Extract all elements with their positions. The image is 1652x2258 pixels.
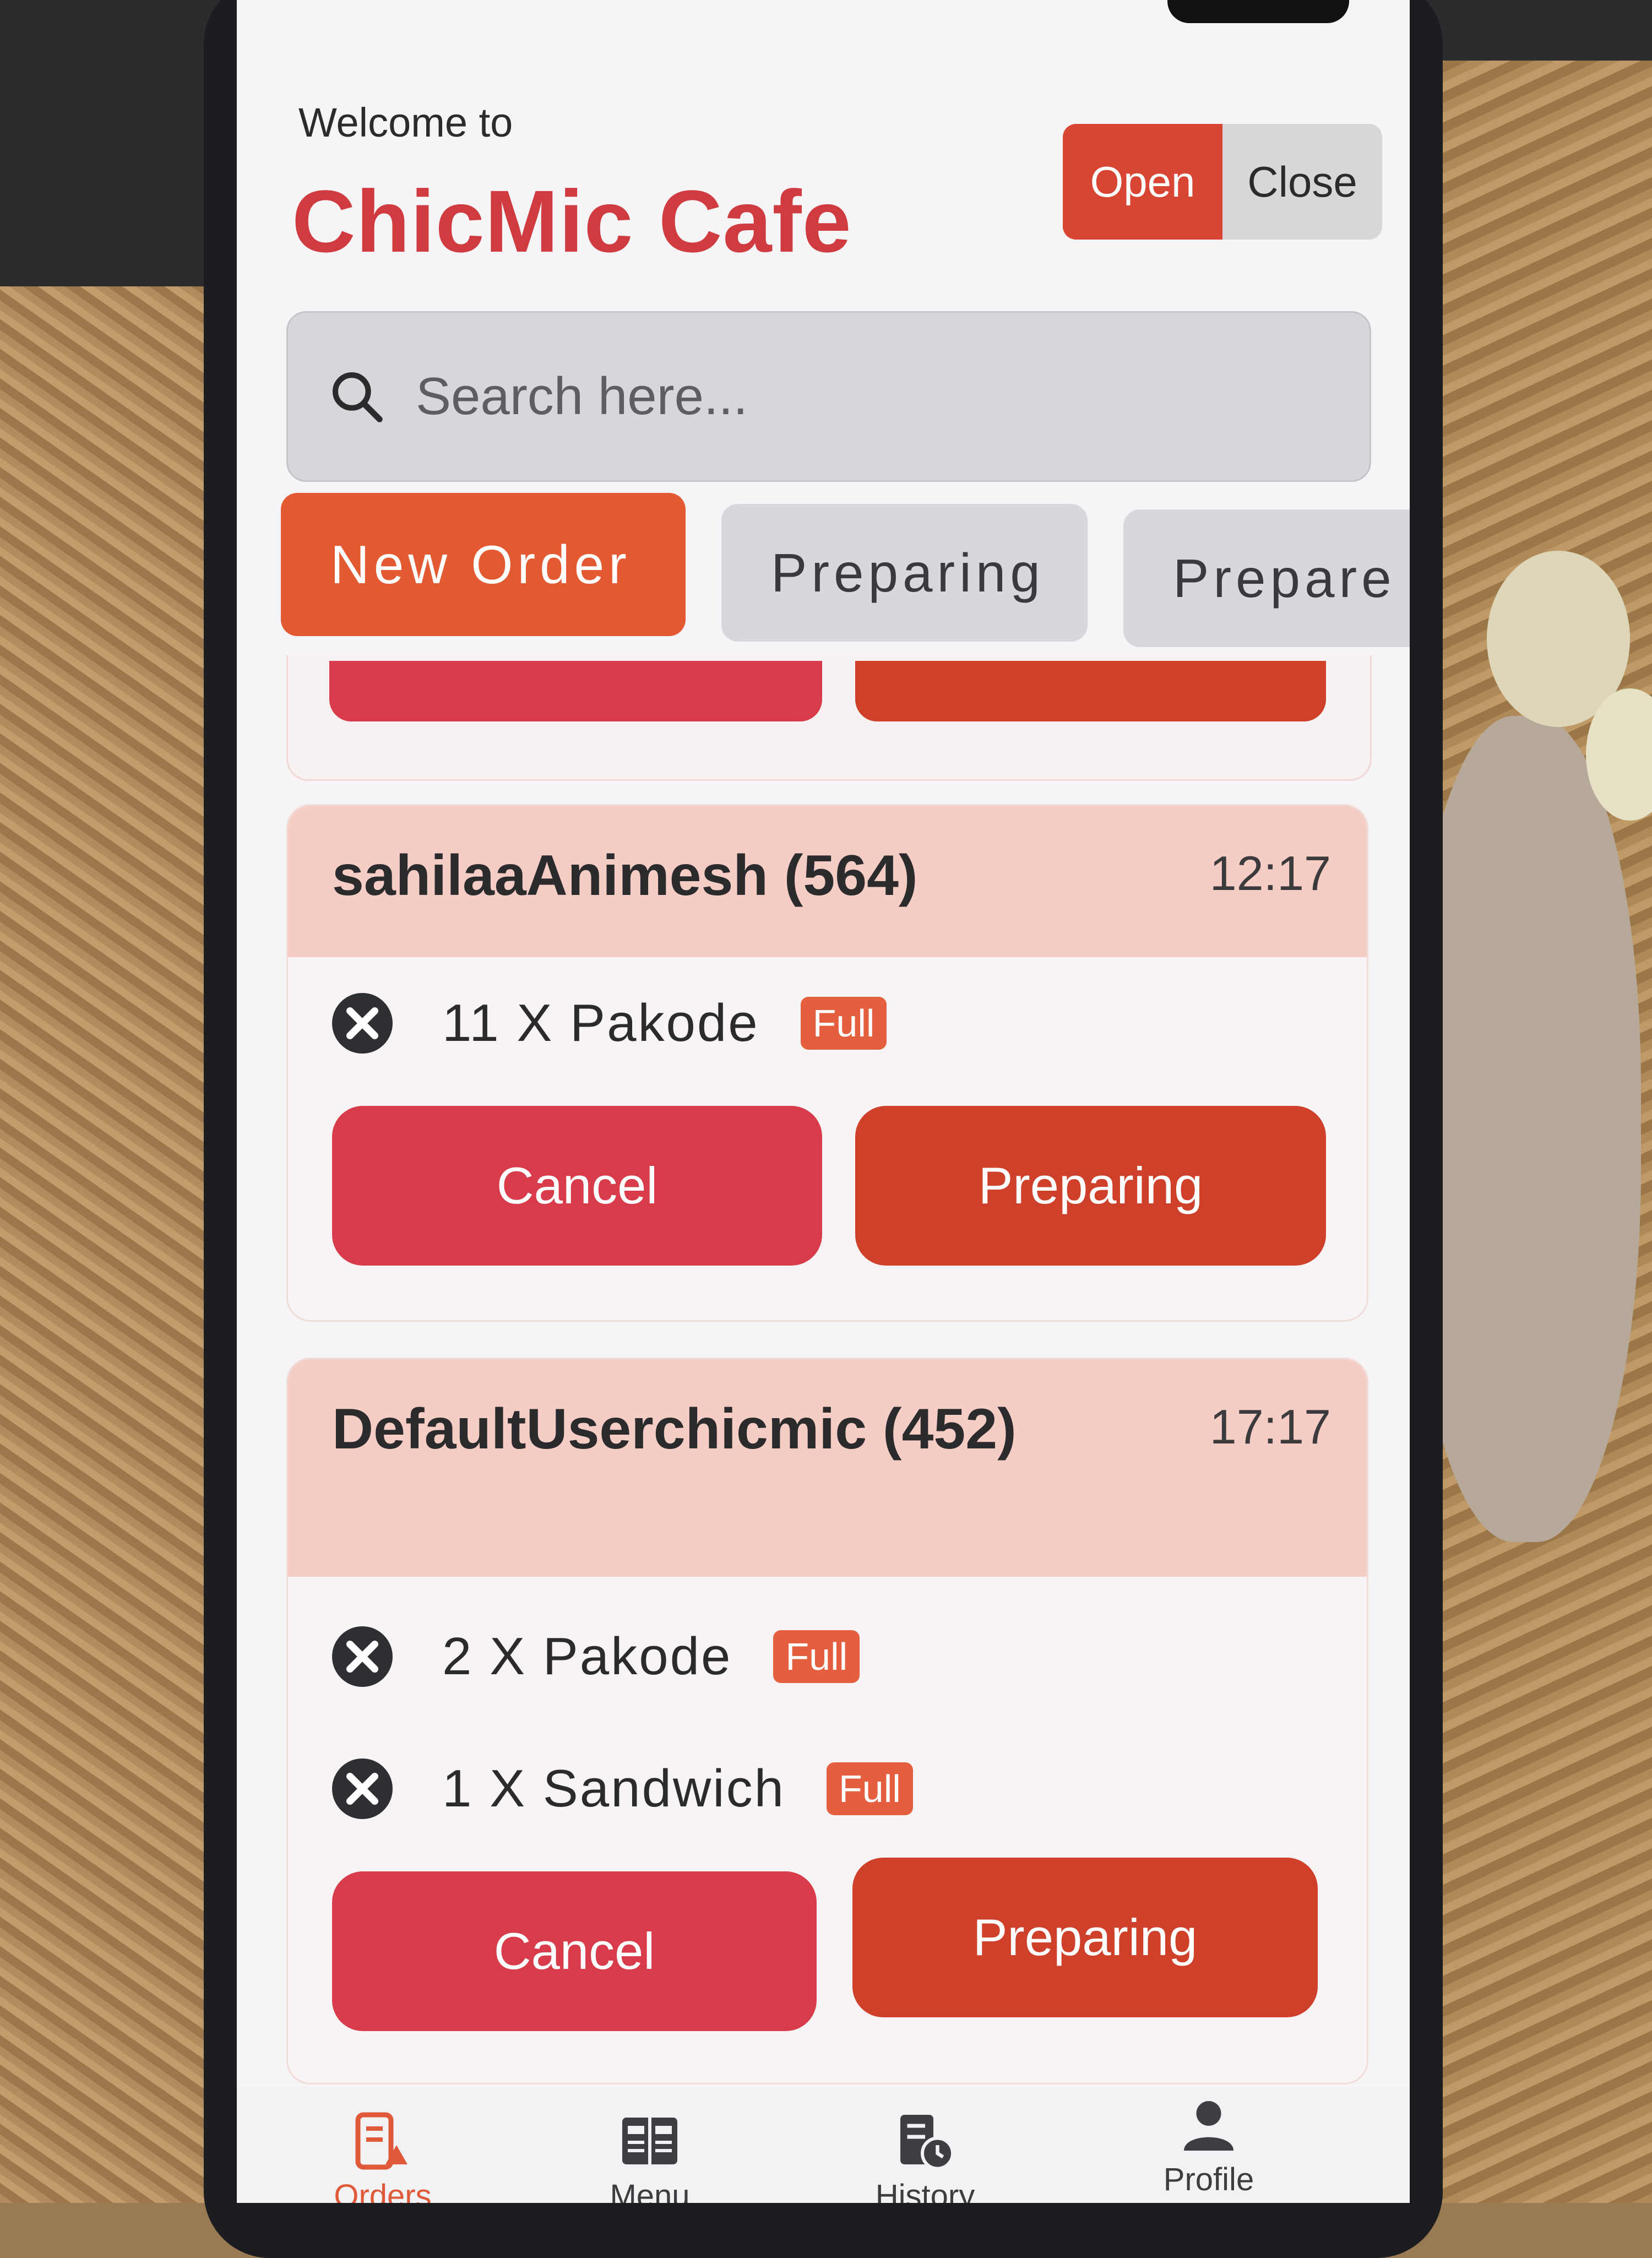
preparing-button[interactable]: [855, 661, 1326, 721]
cancel-button[interactable]: Cancel: [332, 1871, 817, 2031]
customer-name: DefaultUserchicmic (452): [332, 1397, 1017, 1461]
item-quantity-name: 1 X Sandwich: [442, 1759, 786, 1818]
orders-icon: [355, 2112, 407, 2170]
photo-background-left: [0, 0, 220, 2203]
photo-background-dark-right: [1415, 0, 1652, 61]
nav-label: History: [875, 2178, 975, 2203]
store-status-toggle: Open Close: [1063, 124, 1382, 240]
app-title: ChicMic Cafe: [292, 172, 852, 270]
search-input[interactable]: [415, 366, 1298, 427]
preparing-button[interactable]: Preparing: [852, 1858, 1318, 2017]
order-card-header: sahilaaAnimesh (564) 12:17: [288, 806, 1367, 957]
background-object: [1410, 716, 1641, 1542]
portion-badge: Full: [773, 1630, 860, 1683]
close-button[interactable]: Close: [1222, 124, 1382, 240]
order-status-tabs: New Order Preparing Prepare: [281, 493, 1410, 647]
customer-name: sahilaaAnimesh (564): [332, 844, 918, 908]
tab-new-order[interactable]: New Order: [281, 493, 686, 636]
order-item: 11 X Pakode Full: [329, 987, 887, 1059]
nav-label: Menu: [610, 2178, 690, 2203]
portion-badge: Full: [827, 1762, 913, 1815]
order-time: 12:17: [1209, 846, 1331, 900]
menu-book-icon: [622, 2118, 677, 2164]
order-item: 2 X Pakode Full: [329, 1621, 860, 1692]
camera-notch: [1167, 0, 1349, 23]
remove-item-icon[interactable]: [329, 990, 395, 1056]
photo-background-dark: [0, 0, 220, 286]
previous-order-card: [286, 655, 1372, 781]
portion-badge: Full: [800, 997, 887, 1050]
order-card: DefaultUserchicmic (452) 17:17 2 X Pakod…: [286, 1358, 1368, 2085]
order-card-header: DefaultUserchicmic (452) 17:17: [288, 1359, 1367, 1577]
cancel-button[interactable]: [329, 661, 822, 721]
nav-orders[interactable]: Orders: [300, 2109, 465, 2203]
preparing-button[interactable]: Preparing: [855, 1106, 1326, 1266]
nav-menu[interactable]: Menu: [567, 2109, 732, 2203]
bottom-navigation: Orders Menu History Profile: [237, 2087, 1410, 2203]
nav-label: Profile: [1163, 2162, 1254, 2197]
tab-prepared[interactable]: Prepare: [1123, 509, 1410, 647]
item-quantity-name: 2 X Pakode: [442, 1627, 732, 1686]
nav-profile[interactable]: Profile: [1126, 2093, 1291, 2198]
open-button[interactable]: Open: [1063, 124, 1222, 240]
search-bar: [286, 311, 1371, 482]
order-card: sahilaaAnimesh (564) 12:17 11 X Pakode F…: [286, 804, 1368, 1322]
app-screen: Welcome to ChicMic Cafe Open Close New O…: [237, 0, 1410, 2203]
item-quantity-name: 11 X Pakode: [442, 994, 759, 1052]
profile-icon: [1184, 2101, 1233, 2151]
nav-history[interactable]: History: [843, 2109, 1008, 2203]
search-icon: [333, 372, 383, 422]
order-time: 17:17: [1209, 1399, 1331, 1454]
order-item: 1 X Sandwich Full: [329, 1753, 913, 1825]
remove-item-icon[interactable]: [329, 1756, 395, 1822]
tab-preparing[interactable]: Preparing: [721, 504, 1088, 642]
history-icon: [900, 2115, 954, 2170]
cancel-button[interactable]: Cancel: [332, 1106, 822, 1266]
welcome-text: Welcome to: [298, 100, 513, 145]
remove-item-icon[interactable]: [329, 1624, 395, 1690]
nav-label: Orders: [334, 2178, 432, 2203]
